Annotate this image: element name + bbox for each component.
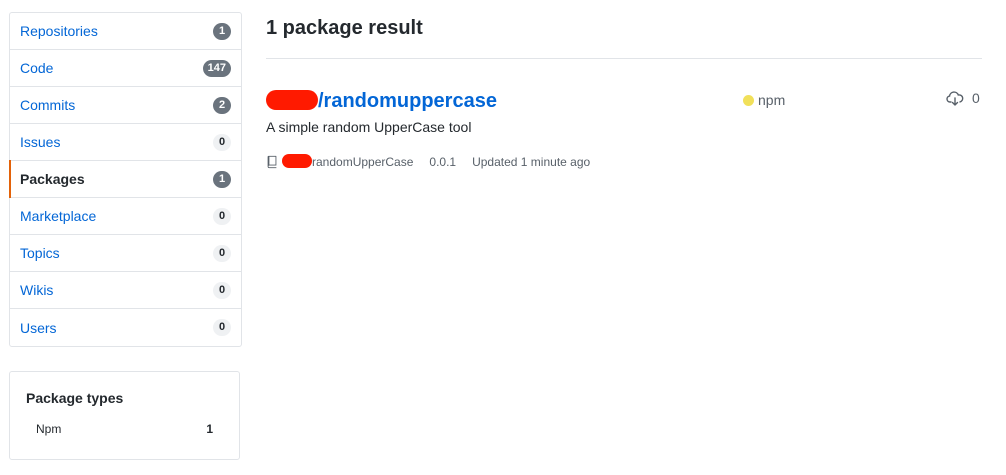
repo-icon [267,155,277,169]
results-heading: 1 package result [266,17,423,39]
package-types-panel: Package types Npm 1 [9,371,240,460]
redacted-owner [266,89,318,110]
menu-item-label: Repositories [20,23,98,39]
package-meta: randomUpperCase 0.0.1 Updated 1 minute a… [266,154,591,169]
menu-item-code[interactable]: Code 147 [10,50,241,87]
menu-item-label: Commits [20,97,76,113]
package-name: /randomuppercase [318,90,497,112]
counter-badge: 0 [213,207,231,225]
package-updated: Updated 1 minute ago [472,155,591,169]
menu-item-label: Code [20,60,54,76]
menu-item-users[interactable]: Users 0 [10,309,241,346]
menu-item-issues[interactable]: Issues 0 [10,124,241,161]
redacted-owner [282,154,312,168]
counter-badge: 1 [213,22,231,40]
counter-badge: 0 [213,244,231,262]
counter-badge: 1 [213,170,231,188]
package-ecosystem: npm [743,92,785,108]
counter-badge: 147 [202,59,231,77]
menu-item-label: Topics [20,245,60,261]
package-description: A simple random UpperCase tool [266,119,472,135]
results-divider [266,58,982,59]
package-type-label: Npm [36,422,62,436]
counter-badge: 0 [213,319,231,336]
downloads-count: 0 [972,90,980,106]
menu-item-label: Packages [20,171,85,187]
package-repo-name: randomUpperCase [312,155,414,169]
menu-item-topics[interactable]: Topics 0 [10,235,241,272]
ecosystem-label: npm [758,92,786,108]
package-type-count: 1 [206,422,213,436]
menu-item-label: Wikis [20,282,54,298]
package-version: 0.0.1 [429,155,457,169]
package-title-link[interactable]: /randomuppercase [266,89,497,113]
menu-item-commits[interactable]: Commits 2 [10,87,241,124]
menu-item-wikis[interactable]: Wikis 0 [10,272,241,309]
menu-item-label: Users [20,319,57,336]
search-type-menu: Repositories 1 Code 147 Commits 2 Issues… [9,12,242,347]
counter-badge: 0 [213,133,231,151]
menu-item-label: Marketplace [20,208,97,224]
menu-item-marketplace[interactable]: Marketplace 0 [10,198,241,235]
package-downloads: 0 [946,90,980,106]
menu-item-repositories[interactable]: Repositories 1 [10,13,241,50]
cloud-download-icon [946,91,964,106]
package-types-heading: Package types [26,390,124,406]
package-repo-link[interactable]: randomUpperCase [266,154,414,169]
counter-badge: 0 [213,281,231,299]
menu-item-packages[interactable]: Packages 1 [9,160,241,198]
package-type-filter-npm[interactable]: Npm 1 [26,422,223,436]
counter-badge: 2 [213,96,231,114]
menu-item-label: Issues [20,134,61,150]
ecosystem-color-dot [743,94,754,106]
